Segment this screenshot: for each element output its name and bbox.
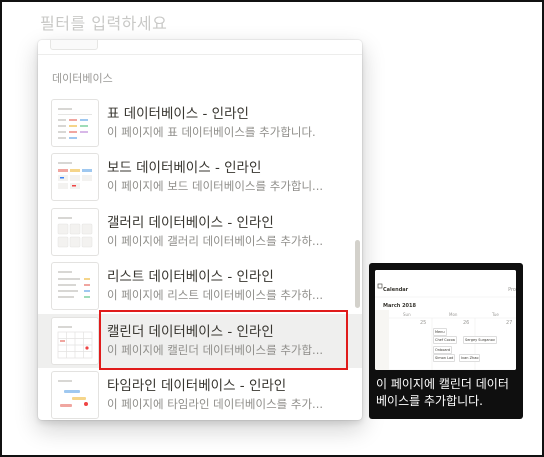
preview-card: Chef Cocoa	[433, 336, 457, 344]
section-label-database: 데이터베이스	[52, 72, 113, 85]
window-frame: 필터를 입력하세요 데이터베이스 표 데이터베이스 - 인라인 이 페이지에 표…	[0, 0, 544, 457]
preview-calendar-pro: Pro	[508, 287, 516, 293]
table-thumbnail-icon	[51, 99, 99, 147]
menu-item-description: 이 페이지에 보드 데이터베이스를 추가합니...	[107, 179, 324, 193]
menu-divider	[38, 54, 362, 55]
menu-item-description: 이 페이지에 리스트 데이터베이스를 추가하...	[107, 288, 324, 302]
menu-item-title: 캘린더 데이터베이스 - 인라인	[107, 324, 274, 340]
preview-card: Simon Lad	[433, 354, 456, 362]
preview-dow: Sun	[403, 312, 411, 317]
preview-day-number: 26	[463, 320, 470, 326]
menu-item-description: 이 페이지에 캘린더 데이터베이스를 추가합...	[107, 343, 324, 357]
preview-tooltip: Calendar Pro March 2018 Sun Mon Tue 25 2…	[369, 263, 523, 419]
preview-dow: Tue	[492, 312, 499, 317]
menu-scrollbar-thumb[interactable]	[355, 240, 360, 308]
preview-card: Ivan Zhao	[459, 354, 481, 362]
menu-item-title: 보드 데이터베이스 - 인라인	[107, 160, 262, 176]
filter-input[interactable]: 필터를 입력하세요	[40, 10, 167, 34]
menu-item-board-database[interactable]: 보드 데이터베이스 - 인라인 이 페이지에 보드 데이터베이스를 추가합니..…	[38, 150, 362, 204]
menu-item-title: 표 데이터베이스 - 인라인	[107, 106, 249, 122]
menu-item-description: 이 페이지에 갤러리 데이터베이스를 추가하...	[107, 234, 324, 248]
preview-card: Onboard	[433, 346, 453, 354]
menu-item-description: 이 페이지에 타임라인 데이터베이스를 추가...	[107, 397, 324, 411]
preview-day-number: 27	[506, 320, 513, 326]
menu-item-list-database[interactable]: 리스트 데이터베이스 - 인라인 이 페이지에 리스트 데이터베이스를 추가하.…	[38, 259, 362, 313]
menu-item-calendar-database[interactable]: 캘린더 데이터베이스 - 인라인 이 페이지에 캘린더 데이터베이스를 추가합.…	[38, 314, 362, 368]
menu-item-gallery-database[interactable]: 갤러리 데이터베이스 - 인라인 이 페이지에 갤러리 데이터베이스를 추가하.…	[38, 205, 362, 259]
calendar-preview-image: Calendar Pro March 2018 Sun Mon Tue 25 2…	[375, 270, 516, 370]
preview-calendar-title: Calendar	[383, 287, 409, 293]
calendar-thumbnail-icon	[51, 317, 99, 365]
timeline-thumbnail-icon	[51, 371, 99, 419]
menu-item-title: 리스트 데이터베이스 - 인라인	[107, 269, 274, 285]
menu-scrollbar[interactable]	[355, 240, 360, 308]
menu-item-title: 갤러리 데이터베이스 - 인라인	[107, 215, 274, 231]
preview-description: 이 페이지에 캘린더 데이터베이스를 추가합니다.	[376, 377, 509, 408]
menu-item-table-database[interactable]: 표 데이터베이스 - 인라인 이 페이지에 표 데이터베이스를 추가합니다.	[38, 96, 362, 150]
gallery-thumbnail-icon	[51, 208, 99, 256]
menu-item-description: 이 페이지에 표 데이터베이스를 추가합니다.	[107, 125, 316, 139]
preview-calendar-month: March 2018	[383, 303, 416, 309]
menu-item-timeline-database[interactable]: 타임라인 데이터베이스 - 인라인 이 페이지에 타임라인 데이터베이스를 추가…	[38, 368, 362, 420]
preview-card: Menu	[433, 328, 447, 336]
menu-item-title: 타임라인 데이터베이스 - 인라인	[107, 378, 287, 394]
preview-card: Sergey Surganov	[463, 336, 497, 344]
list-thumbnail-icon	[51, 262, 99, 310]
block-menu: 데이터베이스 표 데이터베이스 - 인라인 이 페이지에 표 데이터베이스를 추…	[38, 40, 362, 420]
board-thumbnail-icon	[51, 153, 99, 201]
preview-day-number: 25	[420, 320, 427, 326]
previous-item-thumbnail	[50, 40, 98, 50]
preview-dow: Mon	[449, 312, 458, 317]
